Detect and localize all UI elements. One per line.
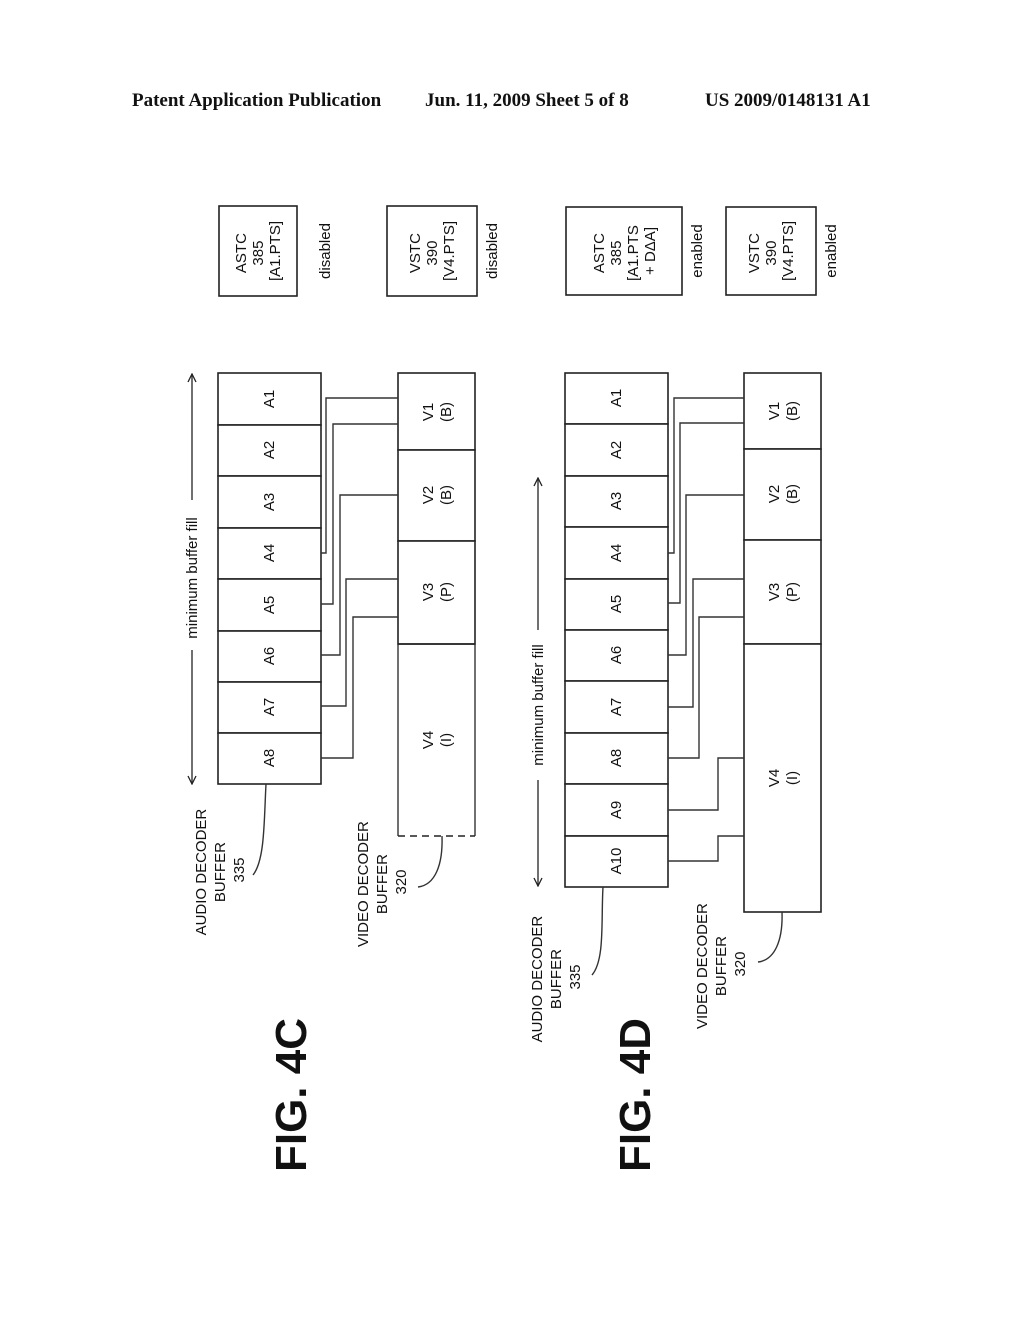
connector-a5-v1 xyxy=(668,422,744,604)
video-buffer-leader xyxy=(757,911,783,963)
audio-video-connectors xyxy=(668,397,744,862)
audio-cell-label: A8 xyxy=(261,749,278,767)
min-fill-label: minimum buffer fill xyxy=(184,517,201,638)
video-decoder-buffer: V1(B) V2(B) V3(P) V4(I) xyxy=(397,372,476,837)
figure-4c: ASTC 385 [A1.PTS] disabled VSTC 390 [V4.… xyxy=(184,205,501,1172)
figure-4d: ASTC 385 [A1.PTS + DΔA] enabled VSTC 390… xyxy=(529,206,840,1172)
connector-a8-v3 xyxy=(668,616,744,759)
audio-cell-label: A2 xyxy=(608,441,625,459)
min-fill-label: minimum buffer fill xyxy=(530,644,547,765)
audio-buffer-label: AUDIO DECODER BUFFER 335 xyxy=(529,912,584,1043)
audio-cell-label: A9 xyxy=(608,801,625,819)
audio-cell-label: A5 xyxy=(608,595,625,613)
figure-title: FIG. 4D xyxy=(611,1018,660,1172)
audio-buffer-leader xyxy=(252,783,267,876)
audio-cell-label: A3 xyxy=(261,493,278,511)
audio-cell-label: A7 xyxy=(608,698,625,716)
audio-cell-label: A7 xyxy=(261,698,278,716)
audio-cell-label: A5 xyxy=(261,596,278,614)
connector-a8-v3 xyxy=(321,616,398,759)
video-cell-label: V4(I) xyxy=(766,769,801,787)
audio-cell-label: A8 xyxy=(608,749,625,767)
video-cell-label: V1(B) xyxy=(766,401,801,421)
video-cell-label: V3(P) xyxy=(420,582,455,602)
video-cell-label: V4(I) xyxy=(420,731,455,749)
audio-cell-label: A4 xyxy=(608,544,625,562)
video-cell-label: V1(B) xyxy=(420,402,455,422)
astc-state: enabled xyxy=(689,224,706,277)
audio-cell-label: A6 xyxy=(261,647,278,665)
video-cell-label: V2(B) xyxy=(420,485,455,505)
audio-cell-label: A4 xyxy=(261,544,278,562)
audio-decoder-buffer: A1 A2 A3 A4 A5 A6 A7 A8 xyxy=(217,372,322,785)
audio-decoder-buffer: A1 A2 A3 A4 A5 A6 A7 A8 A9 A10 xyxy=(564,372,669,888)
connector-a9-v4 xyxy=(668,757,744,811)
figure-title: FIG. 4C xyxy=(267,1018,316,1172)
audio-video-connectors xyxy=(321,397,398,759)
video-buffer-label: VIDEO DECODER BUFFER 320 xyxy=(694,899,749,1029)
patent-drawing: ASTC 385 [A1.PTS] disabled VSTC 390 [V4.… xyxy=(184,205,840,1172)
audio-buffer-label: AUDIO DECODER BUFFER 335 xyxy=(193,805,248,936)
audio-cell-label: A1 xyxy=(608,389,625,407)
video-decoder-buffer: V1(B) V2(B) V3(P) V4(I) xyxy=(743,372,822,913)
astc-label: ASTC 385 [A1.PTS + DΔA] xyxy=(591,221,659,281)
audio-cell-label: A1 xyxy=(261,390,278,408)
audio-cell-label: A2 xyxy=(261,441,278,459)
video-cell-label: V3(P) xyxy=(766,582,801,602)
audio-cell-label: A3 xyxy=(608,492,625,510)
connector-a5-v1 xyxy=(321,423,398,605)
astc-state: disabled xyxy=(317,223,334,279)
vstc-state: enabled xyxy=(823,224,840,277)
video-buffer-leader xyxy=(417,835,443,888)
audio-cell-label: A6 xyxy=(608,646,625,664)
vstc-state: disabled xyxy=(484,223,501,279)
audio-buffer-leader xyxy=(591,886,604,976)
connector-a10-v4 xyxy=(668,835,744,862)
video-cell-label: V2(B) xyxy=(766,484,801,504)
audio-cell-label: A10 xyxy=(608,848,625,875)
